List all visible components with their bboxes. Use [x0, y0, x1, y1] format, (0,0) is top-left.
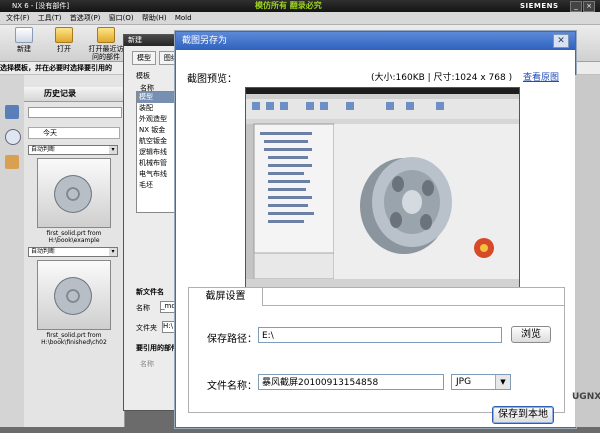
- template-group-label: 模板: [136, 72, 150, 80]
- open-button[interactable]: 打开: [46, 27, 82, 53]
- open-recent-button[interactable]: 打开最近访问的部件: [86, 27, 126, 61]
- history-item-mode[interactable]: 自动判断 ▾: [28, 247, 118, 257]
- menu-preferences[interactable]: 首选项(P): [70, 14, 101, 22]
- chevron-down-icon: ▾: [109, 248, 117, 256]
- nx-title-bar: NX 6 - [没有部件] 模仿所有 翻录必究 SIEMENS _ ×: [0, 0, 600, 12]
- name-label: 名称: [136, 304, 150, 312]
- save-path-input[interactable]: E:\: [258, 327, 502, 343]
- open-recent-label: 打开最近访问的部件: [88, 45, 124, 61]
- minimize-icon[interactable]: _: [570, 1, 582, 12]
- preview-label: 截图预览：: [187, 74, 237, 85]
- recent-folder-icon: [97, 27, 115, 43]
- save-dialog-title: 截图另存为: [182, 36, 228, 46]
- tab-screenshot-settings[interactable]: 截屏设置: [189, 288, 263, 306]
- close-icon[interactable]: ×: [583, 1, 595, 12]
- history-item-caption: first_solid.prt from H:\book\finished\ch…: [41, 332, 107, 346]
- nx-window-title: NX 6 - [没有部件]: [12, 2, 70, 10]
- menu-file[interactable]: 文件(F): [6, 14, 30, 22]
- history-item-mode[interactable]: 自动判断 ▾: [28, 145, 118, 155]
- browse-button[interactable]: 浏览: [511, 326, 551, 343]
- new-button[interactable]: 新建: [6, 27, 42, 53]
- tab-model[interactable]: 模型: [132, 51, 156, 65]
- save-path-label: 保存路径：: [207, 334, 257, 345]
- clock-icon[interactable]: [5, 129, 21, 145]
- screenshot-preview[interactable]: [245, 87, 520, 292]
- size-info: (大小:160KB | 尺寸:1024 x 768 ): [371, 73, 513, 83]
- history-header: 历史记录: [24, 87, 124, 102]
- history-filter-input[interactable]: [28, 107, 122, 118]
- history-mode-label: 自动判断: [31, 146, 56, 153]
- new-button-label: 新建: [17, 45, 31, 53]
- save-screenshot-dialog: 截图另存为 ✕ 截图预览： (大小:160KB | 尺寸:1024 x 768 …: [175, 31, 576, 428]
- filename-label: 文件名称：: [207, 381, 257, 392]
- history-title: 历史记录: [44, 89, 76, 98]
- menu-help[interactable]: 帮助(H): [142, 14, 167, 22]
- folder-label: 文件夹: [136, 324, 157, 332]
- open-folder-icon: [55, 27, 73, 43]
- preview-image: [246, 88, 519, 291]
- history-mode-label: 自动判断: [31, 248, 56, 255]
- roles-icon[interactable]: [5, 155, 19, 169]
- close-button[interactable]: ✕: [553, 34, 569, 48]
- menu-mold[interactable]: Mold: [175, 14, 192, 22]
- chevron-down-icon: ▼: [495, 375, 510, 389]
- chevron-down-icon: ▾: [109, 146, 117, 154]
- nx-title-watermark: 模仿所有 翻录必究: [255, 1, 322, 10]
- format-value: JPG: [456, 377, 472, 387]
- filename-input[interactable]: 暴风截屏20100913154858: [258, 374, 444, 390]
- history-tab-icon[interactable]: [5, 105, 19, 119]
- today-label: 今天: [43, 129, 57, 137]
- screenshot-settings-panel: 截屏设置 保存路径： E:\ 浏览 文件名称： 暴风截屏201009131548…: [188, 287, 565, 413]
- view-original-link[interactable]: 查看原图: [523, 70, 559, 83]
- part-thumbnail[interactable]: [37, 260, 111, 330]
- nx-menu-bar: 文件(F) 工具(T) 首选项(P) 窗口(O) 帮助(H) Mold: [0, 12, 600, 25]
- siemens-brand: SIEMENS: [520, 2, 559, 10]
- close-icon: ✕: [557, 36, 565, 46]
- ref-name-label: 名称: [140, 360, 154, 368]
- save-dialog-title-bar: 截图另存为 ✕: [176, 32, 575, 50]
- graphics-window-edge: [575, 75, 600, 427]
- history-item-caption: first_solid.prt from H:\book\example: [46, 230, 102, 244]
- part-thumbnail[interactable]: [37, 158, 111, 228]
- history-item[interactable]: 自动判断 ▾ first_solid.prt from H:\book\finis…: [28, 247, 120, 346]
- wheel-thumbnail-icon: [54, 175, 92, 213]
- format-select[interactable]: JPG ▼: [451, 374, 511, 390]
- corner-watermark: UGNX: [572, 392, 600, 402]
- history-today-group[interactable]: 今天: [28, 127, 120, 139]
- open-button-label: 打开: [57, 45, 71, 53]
- wheel-thumbnail-icon: [54, 277, 92, 315]
- new-file-name-label: 新文件名: [136, 288, 164, 296]
- history-panel: 历史记录 今天 自动判断 ▾ first_solid.prt from H:\bo…: [24, 75, 125, 427]
- resource-bar: [0, 75, 25, 427]
- menu-tools[interactable]: 工具(T): [38, 14, 62, 22]
- ref-part-label: 要引用的部件: [136, 344, 178, 352]
- save-local-button[interactable]: 保存到本地: [492, 406, 554, 424]
- history-item[interactable]: 自动判断 ▾ first_solid.prt from H:\book\examp…: [28, 145, 120, 244]
- new-file-icon: [15, 27, 33, 43]
- menu-window[interactable]: 窗口(O): [109, 14, 134, 22]
